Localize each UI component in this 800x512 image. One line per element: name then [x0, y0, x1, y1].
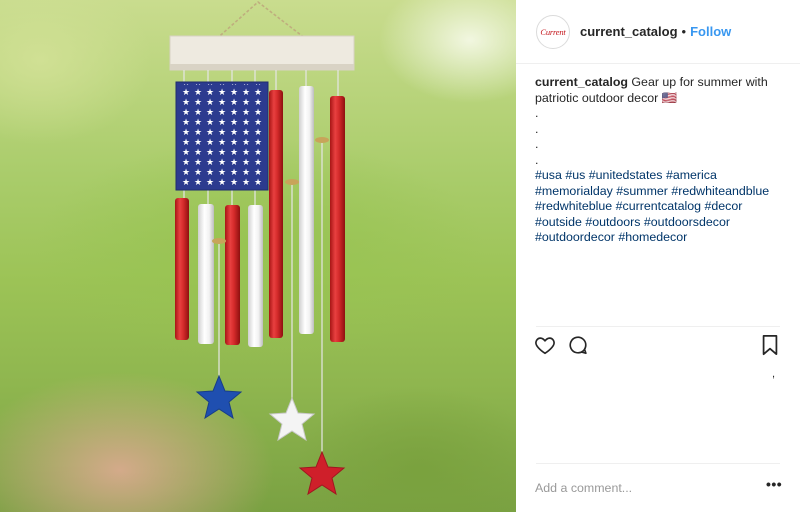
hashtag-link[interactable]: #summer	[616, 184, 668, 198]
more-options-button[interactable]: •••	[766, 476, 782, 492]
caption-dot-line: .	[535, 106, 539, 120]
header-username[interactable]: current_catalog	[580, 24, 678, 39]
hashtag-link[interactable]: #outdoors	[585, 215, 640, 229]
hashtag-link[interactable]: #america	[666, 168, 717, 182]
hashtag-list: #usa #us #unitedstates #america #memoria…	[535, 168, 785, 246]
hashtag-link[interactable]: #outdoordecor	[535, 230, 615, 244]
hashtag-link[interactable]: #usa	[535, 168, 562, 182]
hashtag-link[interactable]: #redwhiteblue	[535, 199, 612, 213]
caption-dot-line: .	[535, 121, 539, 136]
heart-icon[interactable]	[534, 334, 556, 361]
post-photo[interactable]: ★	[0, 0, 516, 512]
hashtag-link[interactable]: #redwhiteandblue	[671, 184, 769, 198]
blue-star-ornament	[195, 374, 243, 420]
post-caption: current_catalog Gear up for summer with …	[535, 75, 785, 246]
comment-input[interactable]	[535, 476, 735, 500]
header-separator: •	[681, 24, 687, 39]
likes-count-placeholder: ,	[772, 368, 776, 380]
comment-bubble-icon[interactable]	[567, 334, 589, 361]
avatar-logo-text: Current	[540, 26, 566, 37]
hashtag-link[interactable]: #unitedstates	[589, 168, 663, 182]
actions-divider	[536, 326, 780, 327]
hashtag-link[interactable]: #memorialday	[535, 184, 613, 198]
caption-username[interactable]: current_catalog	[535, 75, 628, 89]
bookmark-icon[interactable]	[760, 334, 780, 361]
caption-dot-line: .	[535, 152, 539, 167]
hashtag-link[interactable]: #decor	[704, 199, 742, 213]
hashtag-link[interactable]: #us	[565, 168, 585, 182]
comment-divider	[536, 463, 780, 464]
white-star-ornament	[268, 396, 316, 442]
us-flag-emoji: 🇺🇸	[661, 90, 678, 105]
follow-button[interactable]: Follow	[690, 24, 731, 39]
post-side-panel: Current current_catalog • Follow current…	[516, 0, 800, 512]
hashtag-link[interactable]: #currentcatalog	[616, 199, 701, 213]
hashtag-link[interactable]: #outside	[535, 215, 582, 229]
hashtag-link[interactable]: #homedecor	[618, 230, 687, 244]
caption-dot-line: .	[535, 137, 539, 151]
red-star-ornament	[298, 450, 346, 496]
post-actions	[534, 334, 784, 360]
post-header: Current current_catalog • Follow	[516, 0, 800, 64]
avatar[interactable]: Current	[536, 14, 570, 49]
wind-chime-illustration: ★	[169, 0, 355, 496]
hashtag-link[interactable]: #outdoorsdecor	[644, 215, 730, 229]
